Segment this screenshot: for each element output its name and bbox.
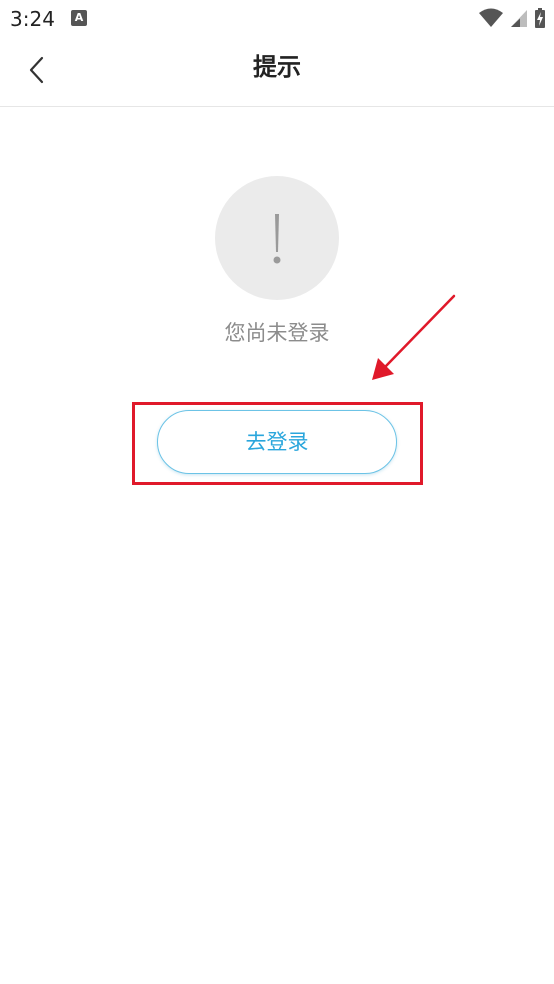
page-title: 提示 — [253, 53, 301, 81]
cell-signal-icon — [511, 10, 527, 27]
not-logged-in-message: 您尚未登录 — [224, 321, 330, 345]
status-time: 3:24 — [10, 7, 55, 31]
wifi-icon — [479, 8, 503, 27]
login-button[interactable]: 去登录 — [157, 410, 397, 474]
notification-icon: A — [71, 10, 87, 26]
exclamation-icon — [273, 214, 281, 264]
annotation-arrow — [372, 294, 456, 380]
alert-circle — [215, 176, 339, 300]
status-bar: 3:24 A — [0, 0, 554, 40]
status-icons — [478, 6, 546, 30]
app-screen: 3:24 A 提示 您尚未登录 去登录 — [0, 0, 554, 984]
battery-charging-icon — [535, 8, 545, 28]
top-nav-bar: 提示 — [0, 40, 554, 107]
